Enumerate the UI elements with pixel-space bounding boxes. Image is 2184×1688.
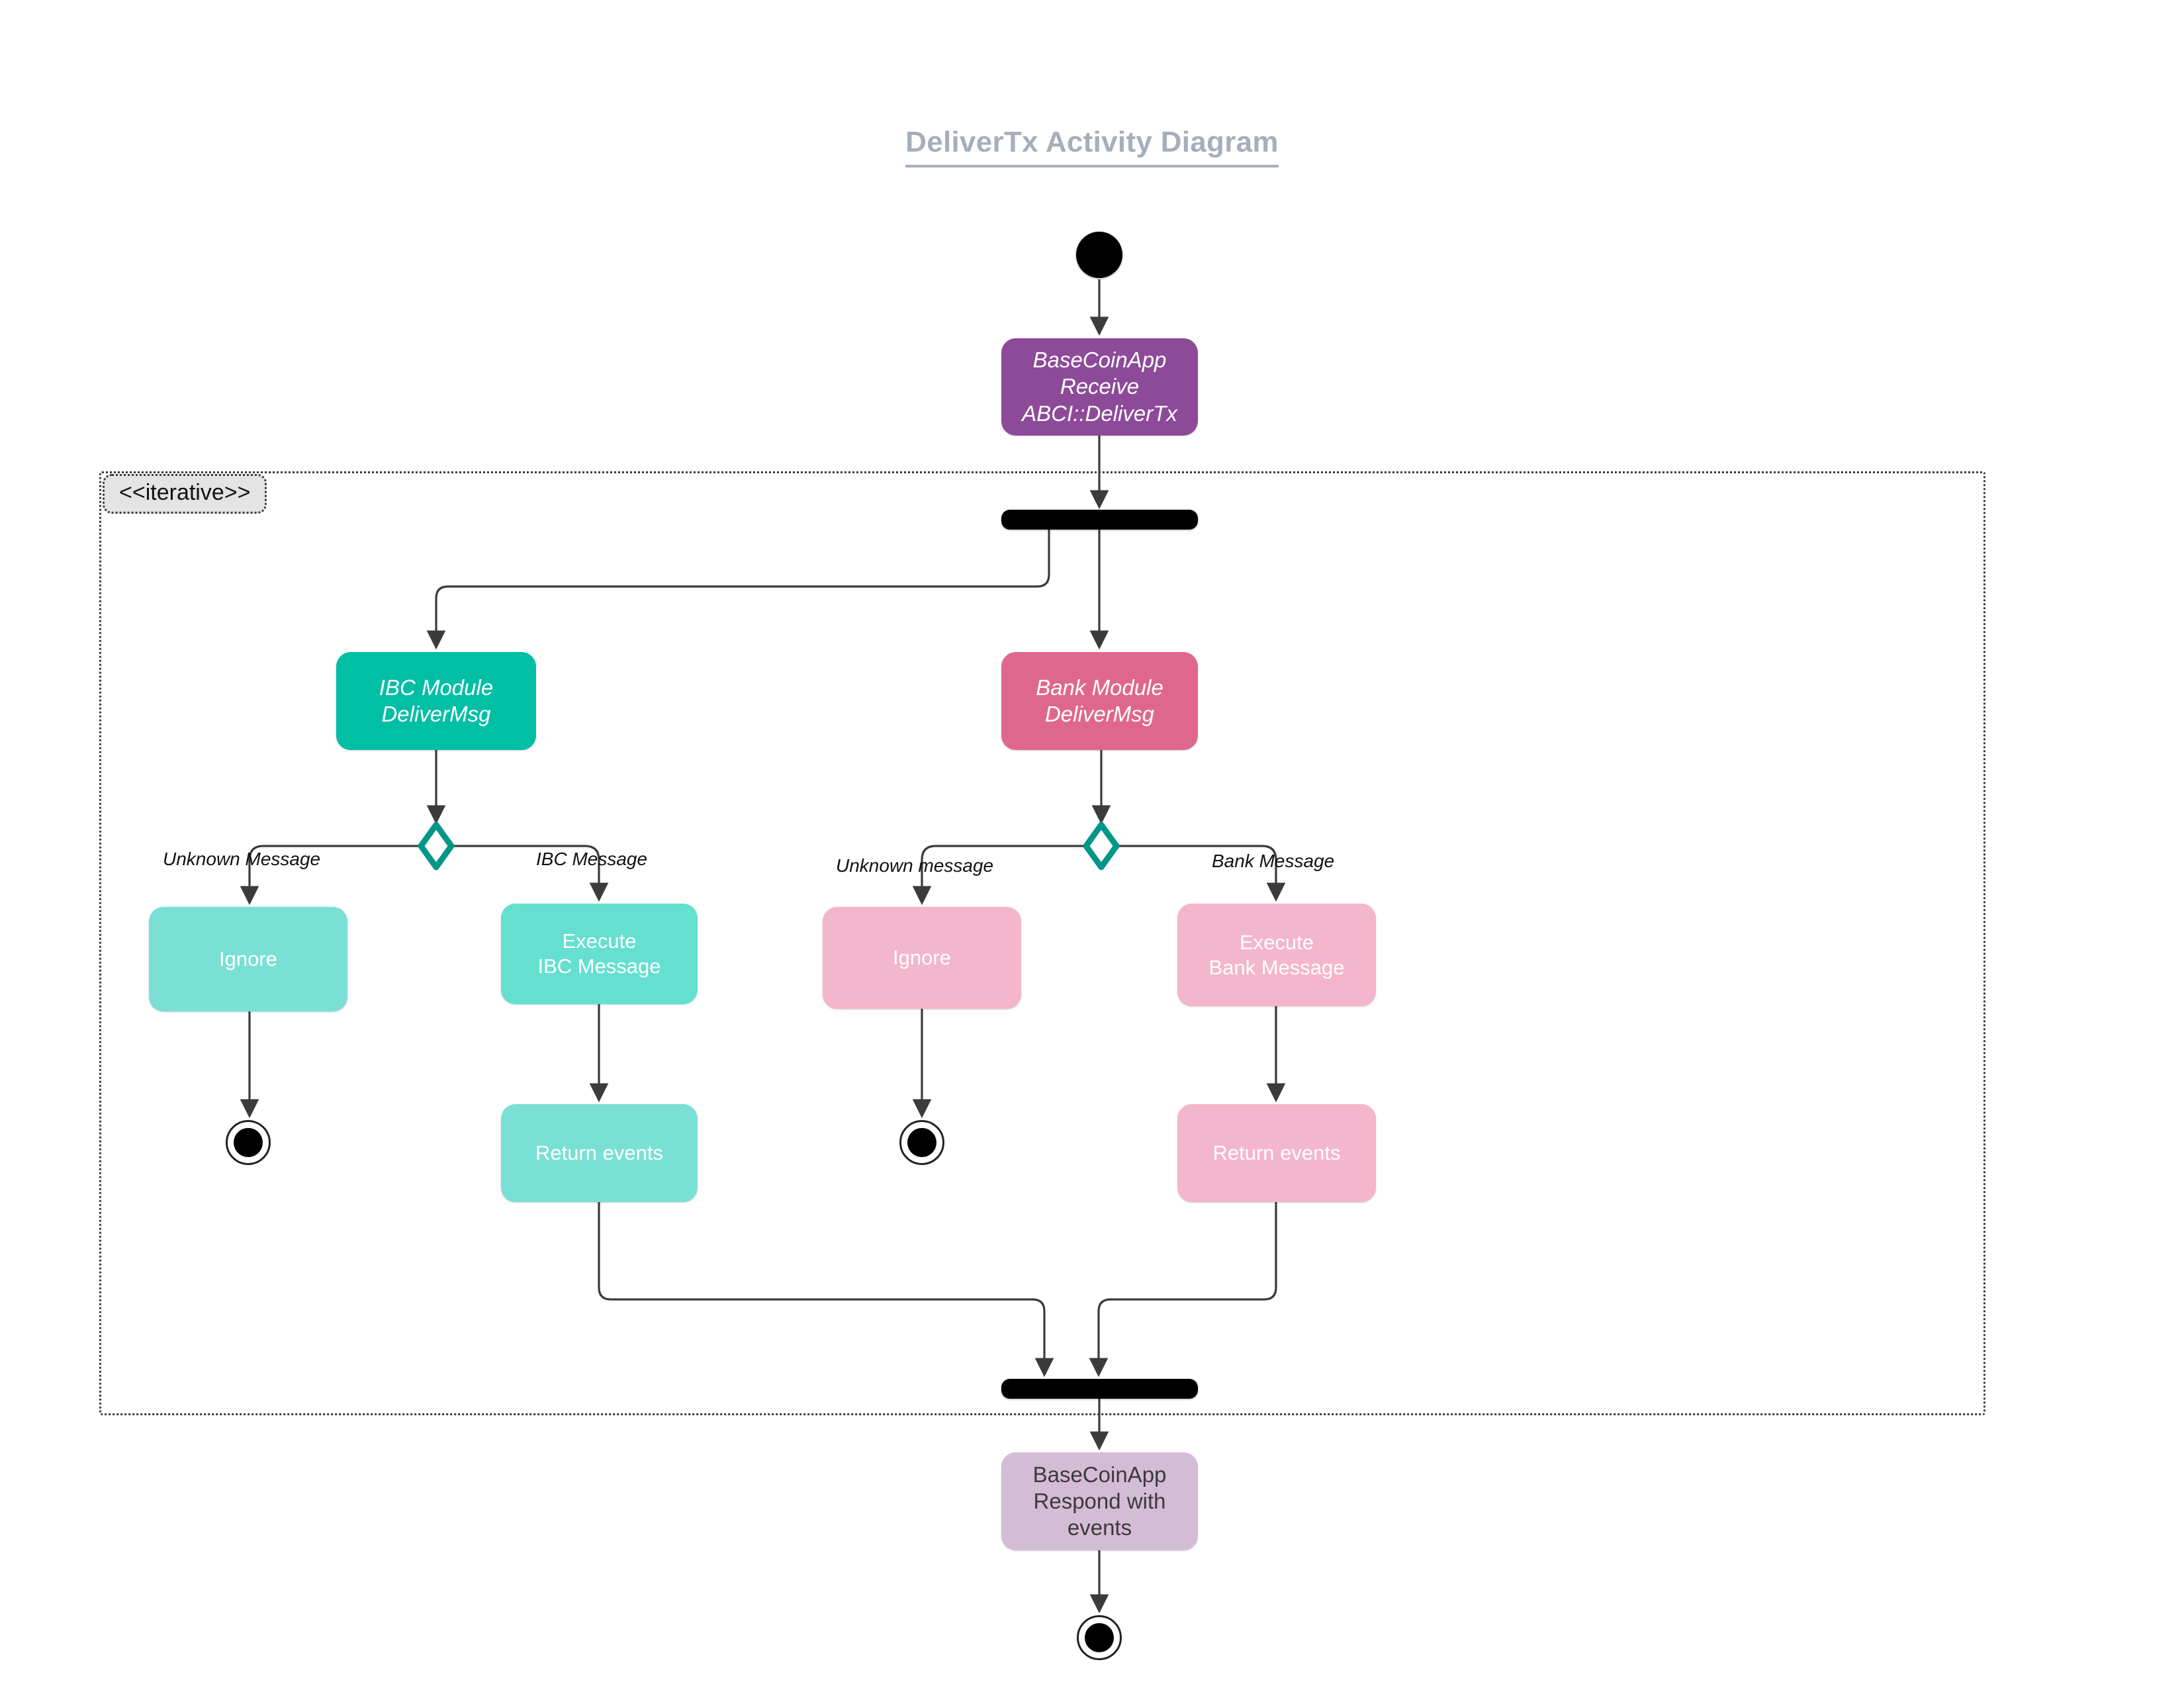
iterative-partition-label: <<iterative>> bbox=[103, 474, 267, 514]
end-node-final bbox=[1077, 1615, 1122, 1660]
node-basecoinapp-receive-label: BaseCoinApp Receive ABCI::DeliverTx bbox=[1022, 348, 1177, 426]
node-execute-ibc-message[interactable]: Execute IBC Message bbox=[501, 904, 698, 1004]
end-node-bank-ignore bbox=[899, 1120, 944, 1165]
node-execute-bank-message[interactable]: Execute Bank Message bbox=[1177, 904, 1376, 1006]
node-ibc-return-events-label: Return events bbox=[535, 1141, 663, 1165]
node-execute-ibc-message-label: Execute IBC Message bbox=[537, 929, 661, 978]
node-bank-ignore[interactable]: Ignore bbox=[823, 907, 1021, 1009]
edge-label-bank-unknown-message: Unknown message bbox=[836, 855, 994, 876]
start-node bbox=[1076, 232, 1122, 278]
node-basecoinapp-receive[interactable]: BaseCoinApp Receive ABCI::DeliverTx bbox=[1001, 338, 1198, 436]
iterative-partition bbox=[99, 471, 1985, 1415]
page-title: DeliverTx Activity Diagram bbox=[0, 126, 2184, 167]
edge-label-bank-message: Bank Message bbox=[1212, 851, 1335, 871]
node-bank-module-delivermsg-label: Bank Module DeliverMsg bbox=[1036, 675, 1163, 726]
node-basecoinapp-respond-with-events-label: BaseCoinApp Respond with events bbox=[1032, 1462, 1167, 1540]
node-ibc-module-delivermsg[interactable]: IBC Module DeliverMsg bbox=[336, 652, 536, 750]
node-basecoinapp-respond-with-events[interactable]: BaseCoinApp Respond with events bbox=[1001, 1452, 1198, 1550]
edge-label-ibc-unknown-message: Unknown Message bbox=[163, 849, 321, 869]
node-bank-ignore-label: Ignore bbox=[893, 946, 951, 970]
fork-bar bbox=[1001, 510, 1198, 530]
node-bank-return-events-label: Return events bbox=[1212, 1141, 1341, 1165]
node-bank-return-events[interactable]: Return events bbox=[1177, 1104, 1376, 1202]
activity-diagram-canvas: DeliverTx Activity Diagram <<iterative>>… bbox=[0, 0, 2184, 1688]
node-ibc-return-events[interactable]: Return events bbox=[501, 1104, 698, 1202]
join-bar bbox=[1001, 1379, 1198, 1399]
node-ibc-ignore[interactable]: Ignore bbox=[149, 907, 347, 1011]
page-title-text: DeliverTx Activity Diagram bbox=[905, 126, 1279, 167]
end-node-ibc-ignore bbox=[226, 1120, 271, 1165]
node-ibc-ignore-label: Ignore bbox=[219, 947, 277, 971]
node-execute-bank-message-label: Execute Bank Message bbox=[1208, 930, 1345, 979]
node-ibc-module-delivermsg-label: IBC Module DeliverMsg bbox=[379, 675, 494, 726]
node-bank-module-delivermsg[interactable]: Bank Module DeliverMsg bbox=[1001, 652, 1198, 750]
edge-label-ibc-message: IBC Message bbox=[536, 849, 648, 869]
